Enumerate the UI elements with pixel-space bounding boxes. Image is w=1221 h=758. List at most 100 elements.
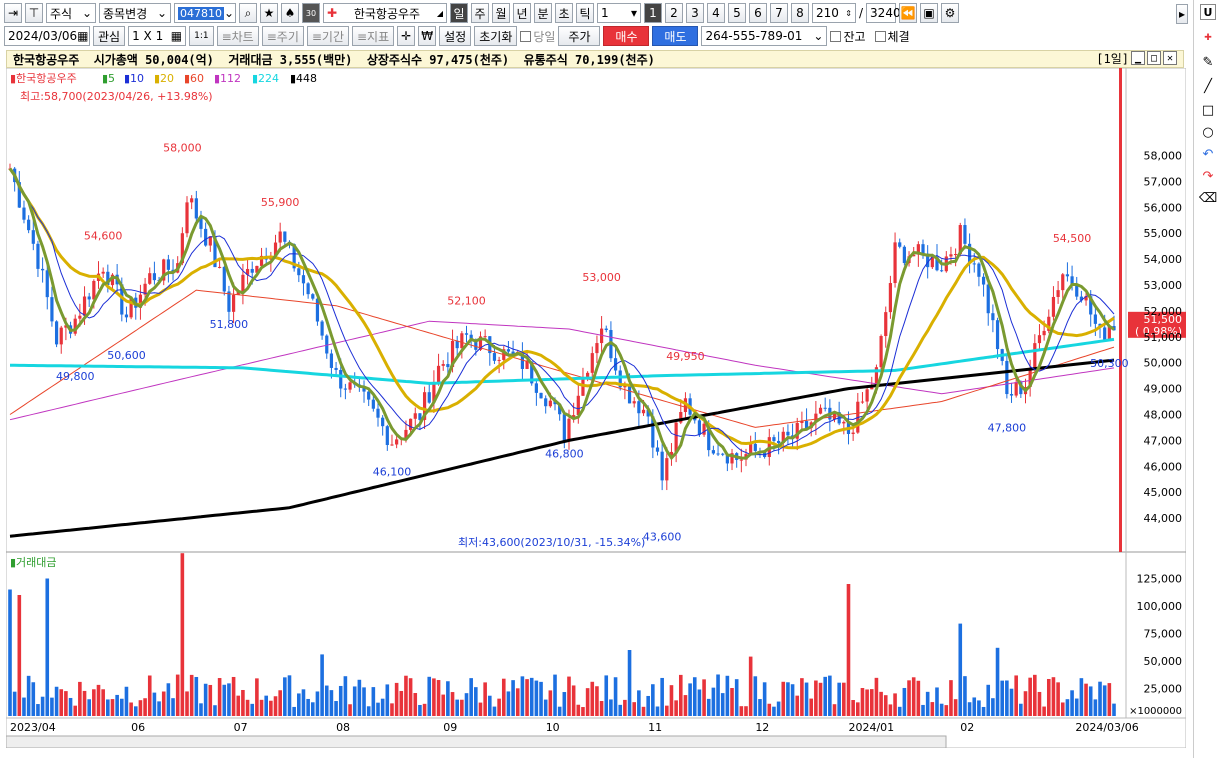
minimize-icon[interactable]: ▁	[1131, 51, 1145, 65]
period-minute-tab[interactable]: 분	[534, 3, 552, 23]
period-tick-tab[interactable]: 틱	[576, 3, 594, 23]
legend-ma-112: ▮112	[214, 72, 241, 85]
reset-button[interactable]: 초기화	[474, 26, 518, 46]
stock-code-value: 047810	[178, 6, 224, 20]
volume-bar	[1107, 683, 1112, 716]
num-button-2[interactable]: 2	[665, 3, 683, 23]
sell-button[interactable]: 매도	[652, 26, 699, 46]
date-tick: 06	[131, 721, 145, 734]
save-icon[interactable]: ▣	[920, 3, 939, 23]
search-icon[interactable]: ⌕	[239, 3, 257, 23]
candle-body	[250, 268, 254, 273]
sameday-checkbox[interactable]: 당일	[520, 28, 555, 45]
period-count-select[interactable]: 1 ▾	[597, 3, 641, 23]
total-count-value: 3240	[870, 6, 901, 20]
fill-checkbox[interactable]: 체결	[874, 28, 910, 45]
bar-count-value: 210	[816, 6, 839, 20]
period-second-tab[interactable]: 초	[555, 3, 573, 23]
won-button[interactable]: ₩	[418, 26, 437, 46]
period-day-tab[interactable]: 일	[450, 3, 468, 23]
stock-change-select[interactable]: 종목변경 ⌄	[99, 3, 171, 23]
candle-body	[674, 422, 678, 452]
horizontal-scrollbar[interactable]	[6, 735, 947, 748]
eraser-icon[interactable]: ⌫	[1199, 190, 1217, 206]
volume-bar	[525, 679, 529, 716]
gear-icon[interactable]: ⚙	[941, 3, 960, 23]
undo-icon[interactable]: ↶	[1200, 146, 1216, 162]
rectangle-tool-icon[interactable]: □	[1200, 102, 1216, 118]
chevron-down-icon: ⌄	[813, 29, 824, 43]
candle-body	[320, 321, 324, 336]
line-tool-icon[interactable]: ╱	[1200, 78, 1216, 94]
candle-body	[464, 333, 469, 335]
price-annotation: 58,000	[163, 141, 202, 154]
num-button-8[interactable]: 8	[791, 3, 809, 23]
sameday-label: 당일	[533, 29, 556, 44]
candle-body	[586, 372, 590, 377]
buy-button[interactable]: 매수	[603, 26, 650, 46]
watch-button[interactable]: 관심	[93, 26, 126, 46]
maximize-icon[interactable]: □	[1147, 51, 1161, 65]
u-button[interactable]: U	[1200, 4, 1216, 20]
account-select[interactable]: 264-555-789-01 ⌄	[701, 26, 828, 46]
star-icon[interactable]: ★	[260, 3, 278, 23]
volume-bar	[432, 678, 436, 716]
volume-bar	[501, 678, 506, 716]
crosshair-icon[interactable]: ✛	[397, 26, 416, 46]
stock-name-field[interactable]: ✚ 한국항공우주 ◢	[323, 3, 447, 23]
volume-bar	[855, 702, 860, 716]
period-week-tab[interactable]: 주	[471, 3, 489, 23]
pin-icon[interactable]: ⊤	[25, 3, 43, 23]
market-select[interactable]: 주식 ⌄	[46, 3, 96, 23]
stock-code-input[interactable]: 047810 ⌄	[174, 3, 236, 23]
num-button-5[interactable]: 5	[728, 3, 746, 23]
num-button-1[interactable]: 1	[644, 3, 662, 23]
date-field[interactable]: 2024/03/06 ▦	[4, 26, 90, 46]
bar-count-stepper[interactable]: 210 ⇕	[812, 3, 856, 23]
candle-body	[1061, 274, 1065, 291]
chart-menu-button[interactable]: ≡차트	[216, 26, 259, 46]
settings-button[interactable]: 설정	[439, 26, 472, 46]
one-to-one-button[interactable]: 1:1	[189, 26, 214, 46]
num-button-7[interactable]: 7	[770, 3, 788, 23]
volume-bar	[842, 682, 846, 716]
pencil-icon[interactable]: ✎	[1200, 54, 1216, 70]
chevron-down-icon: ⌄	[224, 6, 235, 20]
price-annotation: 52,100	[447, 294, 486, 307]
range-menu-button[interactable]: ≡기간	[306, 26, 349, 46]
volume-bar	[758, 699, 762, 716]
date-tick: 2024/01	[848, 721, 894, 734]
spade-icon[interactable]: ♠	[281, 3, 299, 23]
price-button[interactable]: 주가	[558, 26, 601, 46]
volume-bar	[101, 689, 105, 716]
layout-grid-select[interactable]: 1 X 1 ▦	[128, 26, 187, 46]
indicator-menu-button[interactable]: ≡지표	[352, 26, 395, 46]
num-button-4[interactable]: 4	[707, 3, 725, 23]
redo-icon[interactable]: ↷	[1200, 168, 1216, 184]
cycle-menu-button[interactable]: ≡주기	[261, 26, 304, 46]
num-button-6[interactable]: 6	[749, 3, 767, 23]
volume-bar	[515, 688, 520, 716]
candle-body	[306, 283, 310, 295]
candle-body	[627, 385, 632, 404]
tool-icon[interactable]: ✚	[1200, 30, 1216, 46]
stock-info-bar: 한국항공우주 시가총액 50,004(억) 거래대금 3,555(백만) 상장주…	[6, 50, 1184, 68]
num-button-3[interactable]: 3	[686, 3, 704, 23]
stock-info-text: 한국항공우주 시가총액 50,004(억) 거래대금 3,555(백만) 상장주…	[13, 52, 655, 67]
rewind-icon[interactable]: ⏪	[899, 3, 918, 23]
legend-ma-60: ▮60	[184, 72, 204, 85]
volume-bar	[725, 675, 730, 716]
chart-type-icon[interactable]: 30	[302, 3, 320, 23]
dock-icon[interactable]: ⇥	[4, 3, 22, 23]
next-page-icon[interactable]: ▸	[1176, 4, 1188, 24]
period-year-tab[interactable]: 년	[513, 3, 531, 23]
balance-checkbox[interactable]: 잔고	[830, 28, 866, 45]
volume-unit: ×1000000	[1129, 706, 1182, 717]
close-icon[interactable]: ✕	[1163, 51, 1177, 65]
period-month-tab[interactable]: 월	[492, 3, 510, 23]
stock-chart[interactable]: 58,000 54,600 55,900 51,800 50,600 49,800 52,1…	[6, 68, 1186, 748]
circle-tool-icon[interactable]: ○	[1200, 124, 1216, 140]
date-value: 2024/03/06	[8, 29, 78, 43]
price-annotation: 54,600	[84, 230, 123, 243]
candle-body	[78, 315, 82, 319]
